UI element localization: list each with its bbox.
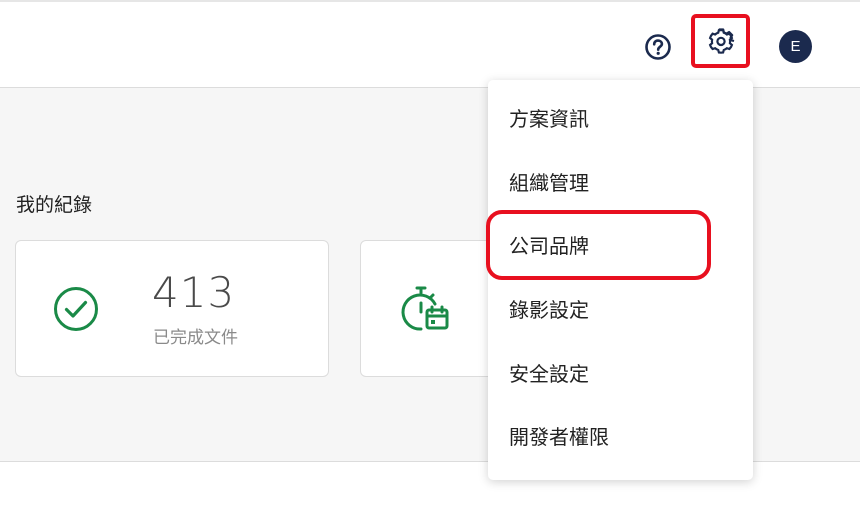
menu-item-recording-settings[interactable]: 錄影設定	[509, 295, 589, 325]
gear-icon	[708, 28, 734, 54]
settings-button[interactable]	[691, 14, 750, 68]
check-circle-icon	[54, 287, 98, 331]
avatar-initial: E	[790, 38, 801, 55]
menu-item-plan-info[interactable]: 方案資訊	[509, 104, 589, 134]
menu-item-company-branding[interactable]: 公司品牌	[509, 231, 589, 261]
settings-dropdown-menu: 方案資訊 組織管理 公司品牌 錄影設定 安全設定 開發者權限	[488, 80, 753, 480]
user-avatar[interactable]: E	[779, 30, 812, 63]
top-header: E	[0, 2, 860, 88]
menu-item-developer-permissions[interactable]: 開發者權限	[509, 422, 609, 452]
completed-documents-count: 413	[152, 268, 236, 317]
menu-item-organization[interactable]: 組織管理	[509, 168, 589, 198]
completed-documents-label: 已完成文件	[153, 328, 238, 348]
records-title: 我的紀錄	[16, 194, 93, 216]
menu-item-security-settings[interactable]: 安全設定	[509, 359, 589, 389]
help-button[interactable]	[643, 33, 673, 63]
stopwatch-calendar-icon	[401, 286, 449, 331]
question-circle-icon	[645, 34, 671, 60]
